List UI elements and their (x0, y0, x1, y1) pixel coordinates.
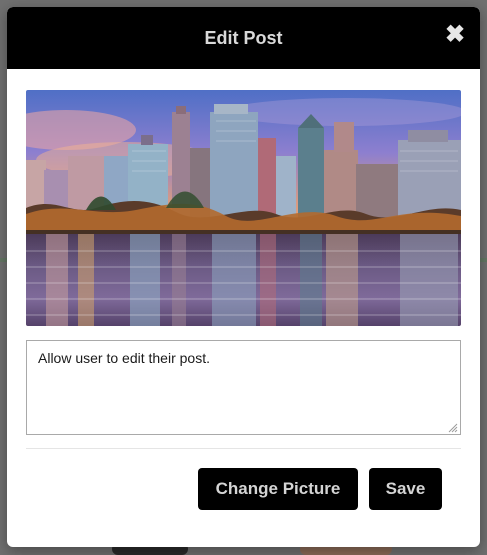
post-textarea[interactable]: Allow user to edit their post. (26, 340, 461, 435)
post-image (26, 90, 461, 326)
modal-divider (26, 448, 461, 449)
resize-handle-icon[interactable] (446, 420, 458, 433)
close-icon: ✖ (444, 21, 466, 48)
change-picture-button[interactable]: Change Picture (198, 468, 358, 510)
close-button[interactable]: ✖ (444, 23, 466, 47)
modal-title: Edit Post (204, 28, 283, 48)
edit-post-modal: Edit Post ✖ Allow user to edit their pos… (7, 7, 480, 547)
save-button[interactable]: Save (369, 468, 442, 510)
modal-header: Edit Post ✖ (7, 7, 480, 69)
post-text: Allow user to edit their post. (38, 350, 210, 366)
